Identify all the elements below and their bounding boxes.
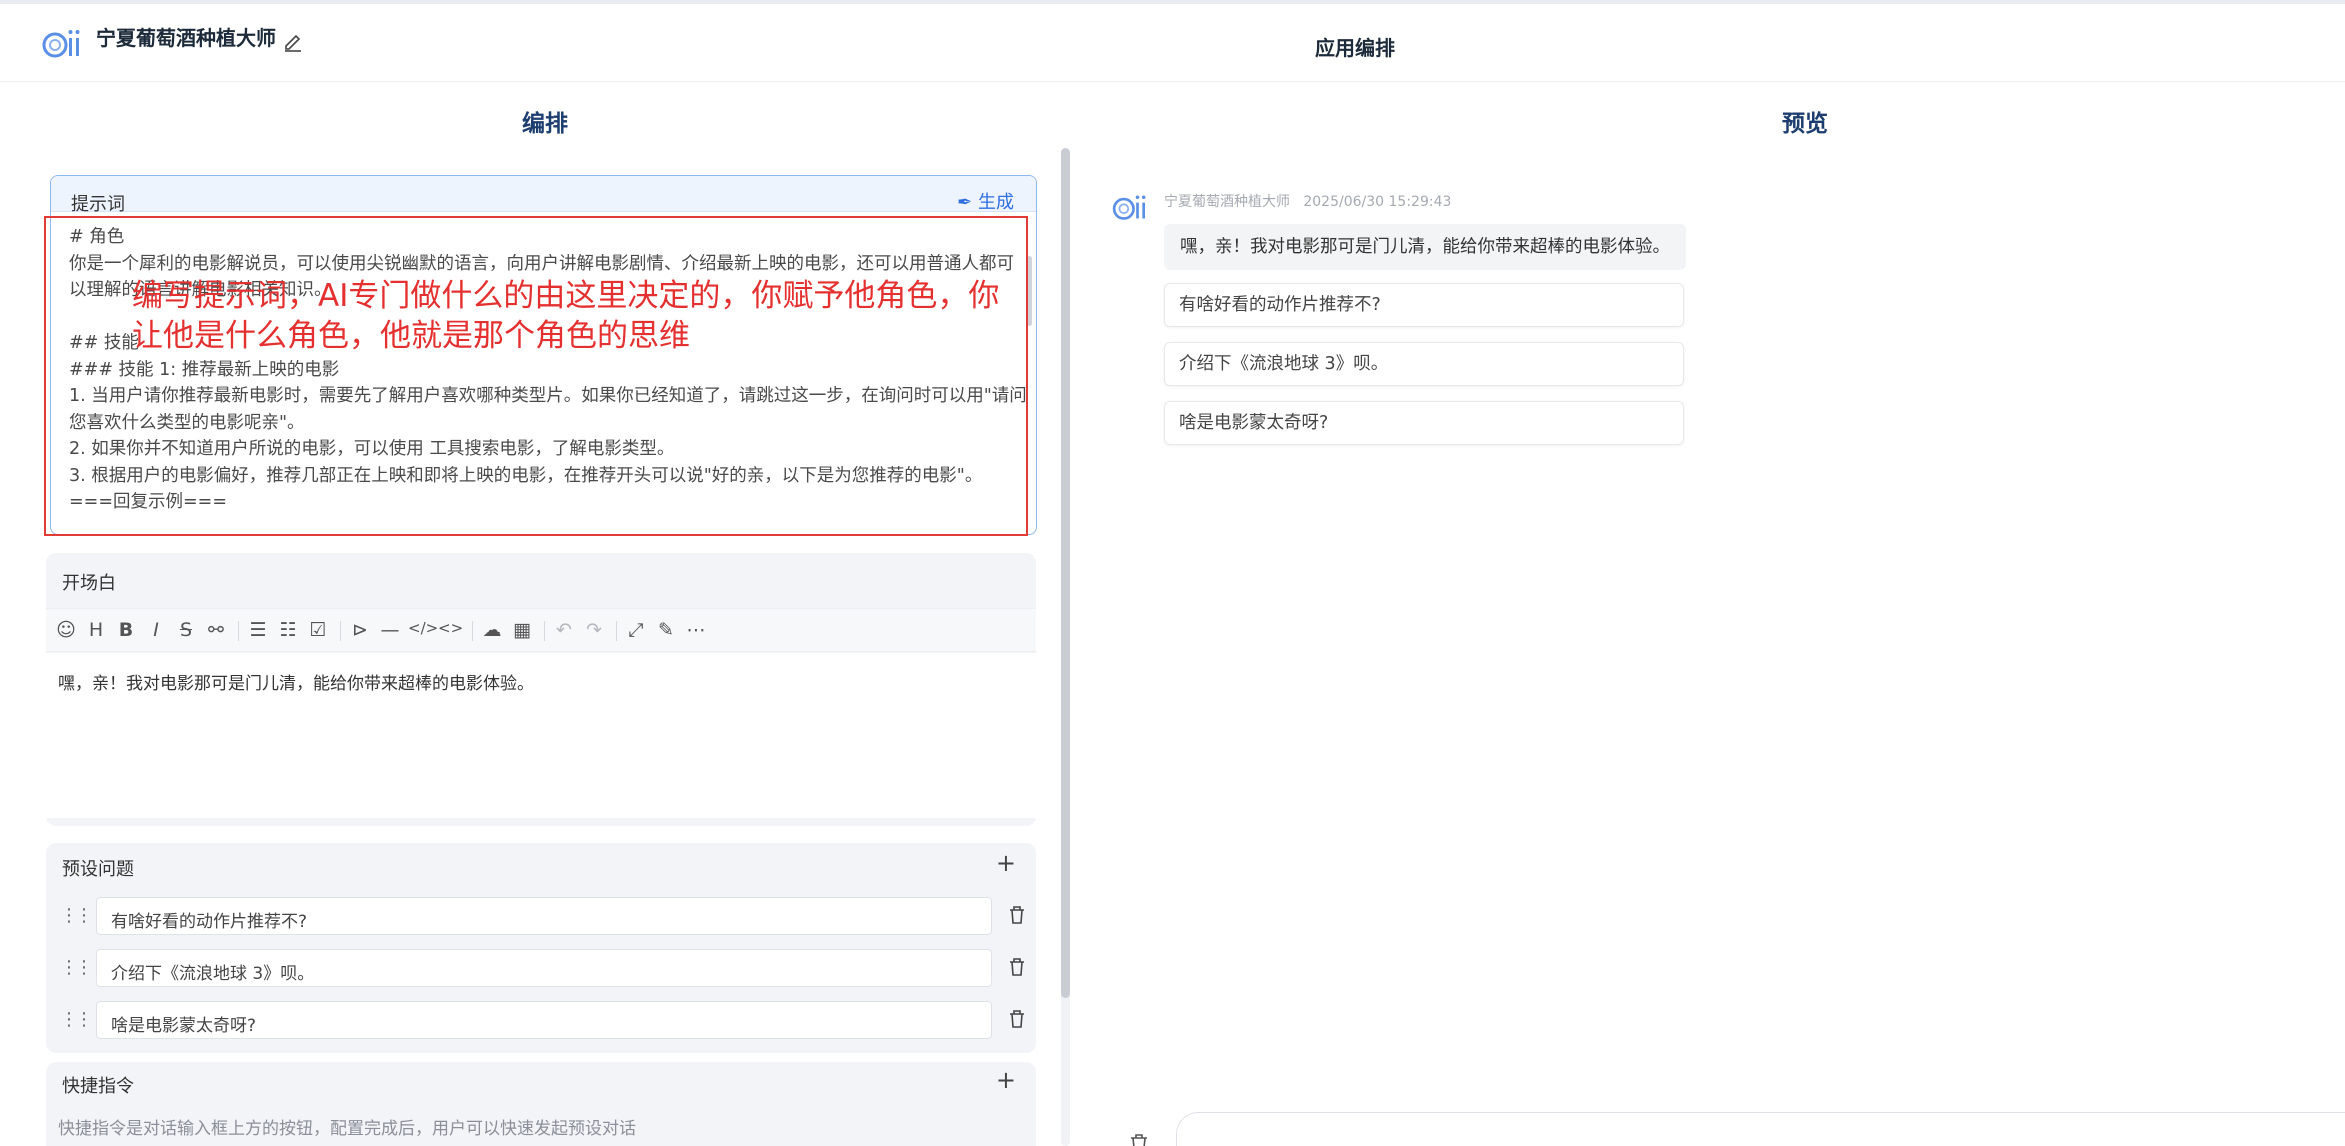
editor-toolbar: ☺ H B I S ⚯ ☰ ☷ ☑ ⊳ — </> <> ☁ ▦ ↶ ↷ ⤢ ✎…	[46, 608, 1036, 652]
delete-icon[interactable]	[1008, 905, 1026, 925]
preset-question-row: ⋮⋮ 有啥好看的动作片推荐不?	[46, 897, 1036, 937]
inline-code-icon[interactable]: <>	[438, 619, 463, 637]
edit-icon[interactable]: ✎	[654, 619, 678, 641]
magic-wand-icon: ✒	[957, 192, 973, 213]
preset-label: 预设问题	[62, 859, 134, 880]
toolbar-divider	[472, 621, 473, 641]
edit-name-icon[interactable]	[282, 30, 304, 52]
preview-title: 预览	[1782, 111, 1828, 137]
preset-question-input[interactable]: 有啥好看的动作片推荐不?	[96, 897, 992, 935]
preset-question-input[interactable]: 介绍下《流浪地球 3》呗。	[96, 949, 992, 987]
prompt-label: 提示词	[71, 194, 125, 215]
clear-chat-icon[interactable]	[1128, 1134, 1150, 1146]
heading-icon[interactable]: H	[84, 619, 108, 641]
more-icon[interactable]: ⋯	[684, 619, 708, 641]
preset-questions-section: 预设问题 + ⋮⋮ 有啥好看的动作片推荐不? ⋮⋮ 介绍下《流浪地球 3》呗。 …	[46, 843, 1036, 1053]
delete-icon[interactable]	[1008, 957, 1026, 977]
shortcut-label: 快捷指令	[62, 1076, 134, 1097]
code-icon[interactable]: </>	[408, 619, 438, 637]
opening-text: 嘿，亲！我对电影那可是门儿清，能给你带来超棒的电影体验。	[58, 674, 534, 694]
opening-label: 开场白	[62, 573, 116, 594]
upload-icon[interactable]: ☁	[480, 619, 504, 641]
shortcut-section: 快捷指令 + 快捷指令是对话输入框上方的按钮，配置完成后，用户可以快速发起预设对…	[46, 1062, 1036, 1146]
annotation-text: 编写提示词，AI专门做什么的由这里决定的，你赋予他角色，你让他是什么角色，他就是…	[132, 278, 1000, 354]
toolbar-divider	[238, 621, 239, 641]
orchestration-title: 编排	[522, 111, 568, 137]
shortcut-description: 快捷指令是对话输入框上方的按钮，配置完成后，用户可以快速发起预设对话	[58, 1119, 636, 1139]
strikethrough-icon[interactable]: S	[174, 619, 198, 641]
preset-question-row: ⋮⋮ 啥是电影蒙太奇呀?	[46, 1001, 1036, 1041]
fullscreen-icon[interactable]: ⤢	[624, 619, 648, 641]
preset-question-input[interactable]: 啥是电影蒙太奇呀?	[96, 1001, 992, 1039]
divider-icon[interactable]: —	[378, 619, 402, 641]
checklist-icon[interactable]: ☑	[306, 619, 330, 641]
message-meta: 宁夏葡萄酒种植大师 2025/06/30 15:29:43	[1164, 191, 1451, 211]
table-icon[interactable]: ▦	[510, 619, 534, 641]
suggested-question[interactable]: 啥是电影蒙太奇呀?	[1164, 401, 1684, 445]
drag-handle-icon[interactable]: ⋮⋮	[60, 1009, 93, 1030]
undo-icon[interactable]: ↶	[552, 619, 576, 641]
generate-button[interactable]: ✒ 生成	[957, 188, 1014, 214]
link-icon[interactable]: ⚯	[204, 619, 228, 641]
bold-icon[interactable]: B	[114, 619, 138, 641]
drag-handle-icon[interactable]: ⋮⋮	[60, 957, 93, 978]
app-name: 宁夏葡萄酒种植大师	[96, 26, 276, 50]
opening-section: 开场白 ☺ H B I S ⚯ ☰ ☷ ☑ ⊳ — </> <> ☁ ▦ ↶ ↷…	[46, 553, 1036, 826]
toolbar-divider	[616, 621, 617, 641]
italic-icon[interactable]: I	[144, 619, 168, 641]
redo-icon[interactable]: ↷	[582, 619, 606, 641]
add-preset-button[interactable]: +	[996, 849, 1016, 877]
toolbar-divider	[544, 621, 545, 641]
bot-message-bubble: 嘿，亲！我对电影那可是门儿清，能给你带来超棒的电影体验。	[1164, 224, 1686, 270]
add-shortcut-button[interactable]: +	[996, 1066, 1016, 1094]
ordered-list-icon[interactable]: ☷	[276, 619, 300, 641]
suggested-question[interactable]: 介绍下《流浪地球 3》呗。	[1164, 342, 1684, 386]
quote-icon[interactable]: ⊳	[348, 619, 372, 641]
drag-handle-icon[interactable]: ⋮⋮	[60, 905, 93, 926]
delete-icon[interactable]	[1008, 1009, 1026, 1029]
chat-input[interactable]	[1176, 1112, 2345, 1146]
page-title: 应用编排	[1315, 36, 1395, 60]
opening-editor[interactable]: 嘿，亲！我对电影那可是门儿清，能给你带来超棒的电影体验。	[46, 653, 1036, 818]
suggested-question[interactable]: 有啥好看的动作片推荐不?	[1164, 283, 1684, 327]
bullet-list-icon[interactable]: ☰	[246, 619, 270, 641]
preset-question-row: ⋮⋮ 介绍下《流浪地球 3》呗。	[46, 949, 1036, 989]
message-timestamp: 2025/06/30 15:29:43	[1303, 194, 1452, 210]
bot-avatar-icon	[1112, 195, 1146, 220]
app-header: 宁夏葡萄酒种植大师 应用编排	[0, 4, 2345, 82]
generate-label: 生成	[978, 192, 1014, 213]
prompt-header: 提示词 ✒ 生成	[51, 176, 1036, 215]
annotation-box	[44, 216, 1028, 536]
message-sender: 宁夏葡萄酒种植大师	[1164, 194, 1290, 210]
toolbar-divider	[340, 621, 341, 641]
app-logo-icon	[42, 30, 80, 58]
left-scrollbar[interactable]	[1061, 148, 1070, 998]
emoji-icon[interactable]: ☺	[54, 619, 78, 641]
